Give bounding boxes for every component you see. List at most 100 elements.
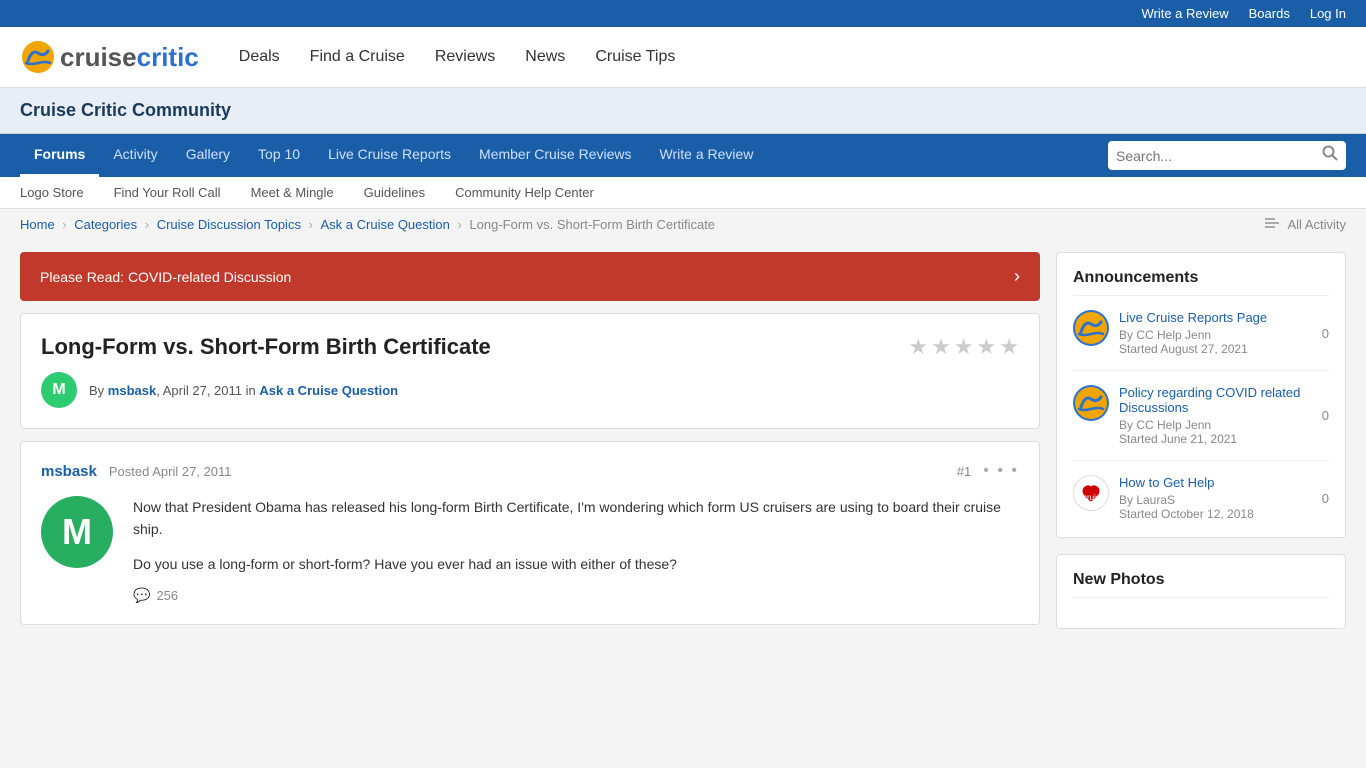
covid-banner-text: Please Read: COVID-related Discussion [40,269,291,285]
comment-icon: 💬 [133,587,150,604]
post-text-area: Now that President Obama has released hi… [133,496,1019,604]
new-photos-card: New Photos [1056,554,1346,629]
logo-critic-text: critic [137,42,199,72]
breadcrumb-link-2[interactable]: Cruise Discussion Topics [157,217,301,232]
main-layout: Please Read: COVID-related Discussion › … [0,240,1366,657]
star-4: ★ [977,334,997,360]
poster-name[interactable]: msbask [41,463,97,480]
ann-title-2[interactable]: How to Get Help [1119,475,1312,490]
forum-nav: ForumsActivityGalleryTop 10Live Cruise R… [0,134,1366,177]
forum-nav-gallery[interactable]: Gallery [172,134,244,174]
new-photos-title: New Photos [1073,571,1329,598]
ann-content-0: Live Cruise Reports Page By CC Help Jenn… [1119,310,1312,356]
content-area: Please Read: COVID-related Discussion › … [20,252,1040,645]
post-author-link[interactable]: msbask [108,383,156,398]
post-content-card: msbask Posted April 27, 2011 #1 • • • M … [20,441,1040,625]
boards-topbar[interactable]: Boards [1249,6,1290,21]
main-nav: Deals Find a Cruise Reviews News Cruise Tips [239,48,676,66]
header-nav-find-a-cruise[interactable]: Find a Cruise [310,48,405,65]
post-title-row: Long-Form vs. Short-Form Birth Certifica… [41,334,1019,360]
all-activity-icon [1265,218,1281,232]
ann-avatar-1 [1073,385,1109,421]
reply-count: 256 [156,588,178,603]
forum-nav-live-cruise-reports[interactable]: Live Cruise Reports [314,134,465,174]
breadcrumb-sep-1: › [59,217,71,232]
header-nav-reviews[interactable]: Reviews [435,48,495,65]
header-nav-deals[interactable]: Deals [239,48,280,65]
post-date-label: Posted April 27, 2011 [109,464,232,479]
post-meta: M By msbask, April 27, 2011 in Ask a Cru… [41,372,1019,408]
post-header-in: in [246,383,256,398]
breadcrumb-sep-3: › [305,217,317,232]
ann-title-0[interactable]: Live Cruise Reports Page [1119,310,1312,325]
announcement-item-1: Policy regarding COVID related Discussio… [1073,385,1329,461]
logo-icon [20,39,56,75]
community-title: Cruise Critic Community [20,100,231,120]
ann-date-0: Started August 27, 2021 [1119,342,1312,356]
sub-nav: Logo Store Find Your Roll Call Meet & Ming… [0,177,1366,209]
post-author-avatar-small: M [41,372,77,408]
ann-count-0: 0 [1322,326,1329,341]
search-box [1108,141,1346,170]
forum-nav-forums[interactable]: Forums [20,134,99,177]
poster-avatar-initial: M [62,511,92,553]
forum-nav-top10[interactable]: Top 10 [244,134,314,174]
post-body-2: Do you use a long-form or short-form? Ha… [133,553,1019,575]
post-category-link[interactable]: Ask a Cruise Question [259,383,398,398]
svg-text:cruise: cruise [1083,493,1102,502]
star-rating: ★ ★ ★ ★ ★ [908,334,1019,360]
post-body-area: M Now that President Obama has released … [41,496,1019,604]
breadcrumb-link-1[interactable]: Categories [74,217,137,232]
forum-nav-write-a-review[interactable]: Write a Review [646,134,768,174]
community-bar: Cruise Critic Community [0,88,1366,134]
post-body-1: Now that President Obama has released hi… [133,496,1019,541]
sub-nav-logo-store[interactable]: Logo Store [20,185,84,200]
post-title: Long-Form vs. Short-Form Birth Certifica… [41,334,491,360]
all-activity-label: All Activity [1287,217,1346,232]
sidebar: Announcements Live Cruise Reports Page B… [1056,252,1346,645]
breadcrumb-current: Long-Form vs. Short-Form Birth Certifica… [469,217,715,232]
search-icon [1322,145,1338,161]
breadcrumb-link-3[interactable]: Ask a Cruise Question [321,217,450,232]
forum-nav-activity[interactable]: Activity [99,134,171,174]
ann-title-1[interactable]: Policy regarding COVID related Discussio… [1119,385,1312,415]
logo-cruise-text: cruise [60,42,137,72]
sub-nav-meet-&-mingle[interactable]: Meet & Mingle [251,185,334,200]
ann-content-2: How to Get Help By LauraS Started Octobe… [1119,475,1312,521]
post-meta-text: By msbask, April 27, 2011 in Ask a Cruis… [89,383,398,398]
ann-by-2: By LauraS [1119,493,1312,507]
search-input[interactable] [1116,148,1316,164]
ann-count-2: 0 [1322,491,1329,506]
ann-content-1: Policy regarding COVID related Discussio… [1119,385,1312,446]
forum-nav-member-cruise-reviews[interactable]: Member Cruise Reviews [465,134,645,174]
post-options-button[interactable]: • • • [983,462,1019,480]
header-nav-cruise-tips[interactable]: Cruise Tips [595,48,675,65]
top-bar: Write a Review Boards Log In [0,0,1366,27]
logo[interactable]: cruisecritic [20,39,199,75]
ann-date-2: Started October 12, 2018 [1119,507,1312,521]
announcement-item-0: Live Cruise Reports Page By CC Help Jenn… [1073,310,1329,371]
post-footer: 💬 256 [133,587,1019,604]
sub-nav-community-help-center[interactable]: Community Help Center [455,185,594,200]
ann-avatar-2: cruisecritic [1073,475,1109,511]
all-activity-link[interactable]: All Activity [1265,217,1346,232]
post-header-card: Long-Form vs. Short-Form Birth Certifica… [20,313,1040,429]
ann-by-1: By CC Help Jenn [1119,418,1312,432]
ann-avatar-0 [1073,310,1109,346]
search-button[interactable] [1322,145,1338,166]
ann-count-1: 0 [1322,408,1329,423]
announcements-card: Announcements Live Cruise Reports Page B… [1056,252,1346,538]
star-3: ★ [954,334,974,360]
sub-nav-guidelines[interactable]: Guidelines [364,185,425,200]
announcements-title: Announcements [1073,269,1329,296]
login-topbar[interactable]: Log In [1310,6,1346,21]
header-nav-news[interactable]: News [525,48,565,65]
poster-avatar: M [41,496,113,568]
avatar-initial: M [52,381,65,399]
sub-nav-find-your-roll-call[interactable]: Find Your Roll Call [114,185,221,200]
announcement-item-2: cruisecritic How to Get Help By LauraS S… [1073,475,1329,521]
breadcrumb-sep-4: › [454,217,466,232]
covid-banner[interactable]: Please Read: COVID-related Discussion › [20,252,1040,301]
breadcrumb-link-0[interactable]: Home [20,217,55,232]
write-review-topbar[interactable]: Write a Review [1141,6,1228,21]
